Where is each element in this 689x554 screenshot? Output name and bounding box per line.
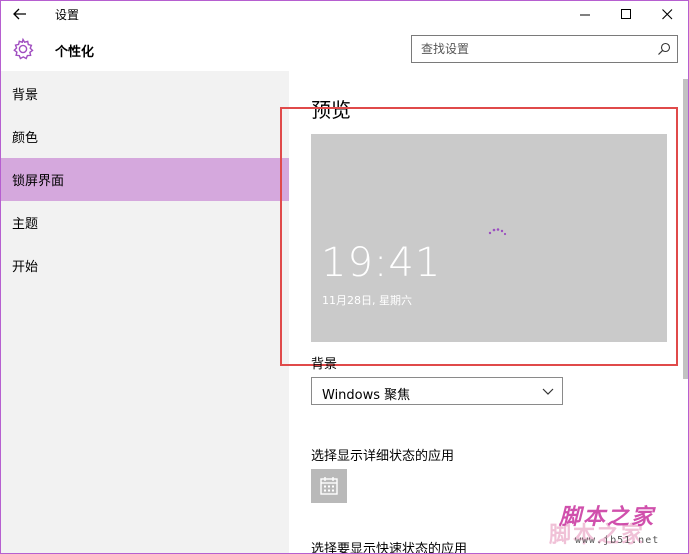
sidebar-item-start[interactable]: 开始	[1, 244, 289, 287]
close-button[interactable]	[647, 1, 687, 27]
back-arrow-icon	[13, 8, 26, 20]
scrollbar-thumb[interactable]	[683, 79, 688, 379]
search-input[interactable]	[412, 36, 652, 62]
preview-title: 预览	[311, 98, 351, 122]
maximize-button[interactable]	[606, 1, 646, 27]
sidebar-item-themes[interactable]: 主题	[1, 201, 289, 244]
title-bar: 设置	[1, 1, 688, 27]
minimize-button[interactable]	[565, 1, 605, 27]
detail-status-app-button[interactable]	[311, 469, 347, 503]
quick-status-label: 选择要显示快速状态的应用	[311, 542, 468, 554]
chevron-down-icon	[542, 388, 554, 395]
gear-icon	[13, 37, 34, 60]
back-button[interactable]	[9, 4, 31, 24]
sidebar-item-label: 背景	[12, 88, 39, 103]
search-box[interactable]	[411, 35, 678, 63]
sidebar-item-background[interactable]: 背景	[1, 72, 289, 115]
detail-status-label: 选择显示详细状态的应用	[311, 449, 455, 464]
minimize-icon	[579, 14, 590, 15]
background-select-value: Windows 聚焦	[322, 388, 411, 403]
close-icon	[661, 8, 672, 19]
sidebar-item-colors[interactable]: 颜色	[1, 115, 289, 158]
page-header: 个性化	[1, 27, 688, 71]
background-select[interactable]: Windows 聚焦	[311, 377, 563, 405]
sidebar: 背景 颜色 锁屏界面 主题 开始	[1, 71, 289, 553]
sidebar-item-label: 开始	[12, 260, 39, 275]
window-title: 设置	[55, 8, 80, 22]
watermark-url: www.jb51.net	[575, 535, 660, 546]
loading-icon	[488, 228, 507, 236]
preview-date: 11月28日, 星期六	[322, 294, 412, 307]
sidebar-item-lock-screen[interactable]: 锁屏界面	[1, 158, 289, 201]
page-title: 个性化	[55, 45, 95, 60]
sidebar-item-label: 主题	[12, 217, 39, 232]
search-icon[interactable]	[657, 42, 671, 56]
sidebar-item-label: 颜色	[12, 131, 39, 146]
calendar-icon	[320, 477, 338, 495]
lock-screen-preview: 19:41 11月28日, 星期六	[311, 134, 667, 342]
maximize-icon	[620, 8, 631, 19]
settings-window: 设置 个性化 背景	[0, 0, 689, 554]
preview-time: 19:41	[321, 240, 442, 286]
watermark: 脚本之家 脚本之家 www.jb51.net	[549, 499, 687, 553]
watermark-text: 脚本之家	[559, 504, 656, 530]
sidebar-item-label: 锁屏界面	[12, 174, 65, 189]
background-label: 背景	[311, 357, 338, 372]
